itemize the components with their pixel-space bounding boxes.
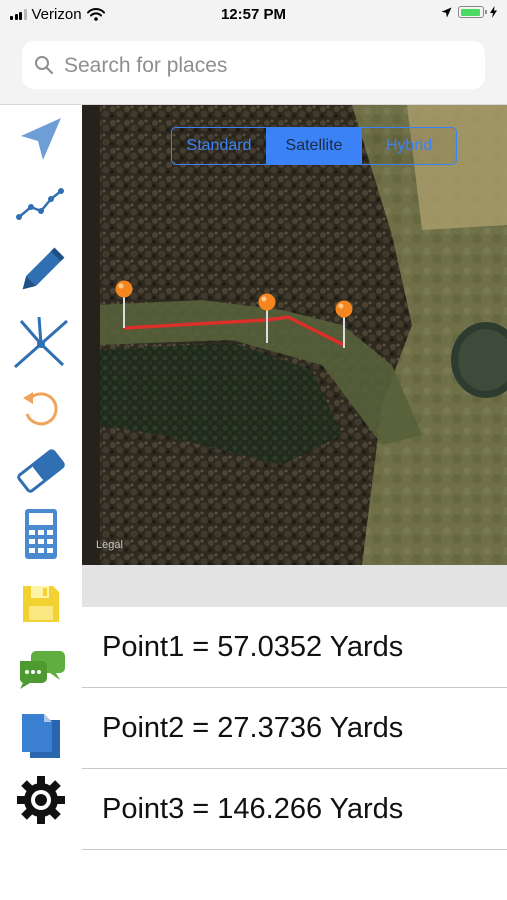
location-services-icon [441, 7, 452, 17]
erase-button[interactable] [10, 440, 72, 502]
calculator-icon [25, 509, 57, 559]
tool-sidebar [0, 105, 82, 825]
chat-bubbles-icon [19, 651, 65, 689]
results-list: Point1 = 57.0352 Yards Point2 = 27.3736 … [82, 607, 507, 850]
undo-icon [23, 392, 58, 426]
undo-button[interactable] [10, 377, 72, 439]
results-header-band [82, 565, 507, 607]
draw-button[interactable] [10, 240, 72, 302]
result-row: Point3 = 146.266 Yards [82, 769, 507, 850]
calculator-button[interactable] [10, 503, 72, 565]
charging-bolt-icon [490, 6, 497, 18]
result-row: Point1 = 57.0352 Yards [82, 607, 507, 688]
floppy-disk-icon [23, 586, 59, 622]
legal-link[interactable]: Legal [96, 539, 123, 551]
location-arrow-icon [21, 118, 61, 160]
search-field[interactable] [22, 41, 485, 89]
location-button[interactable] [10, 109, 72, 171]
line-chart-icon [16, 188, 64, 220]
map-type-option-satellite[interactable]: Satellite [267, 128, 362, 164]
measure-button[interactable] [10, 310, 72, 372]
gear-icon [17, 776, 65, 824]
status-right [441, 6, 497, 18]
chat-button[interactable] [10, 637, 72, 699]
eraser-icon [17, 449, 65, 493]
save-button[interactable] [10, 573, 72, 635]
search-icon [35, 56, 54, 75]
search-input[interactable] [62, 47, 476, 85]
compass-divider-icon [14, 316, 68, 369]
documents-button[interactable] [10, 705, 72, 767]
satellite-map[interactable]: Standard Satellite Hybrid Legal [82, 105, 507, 565]
path-button[interactable] [10, 172, 72, 234]
result-row: Point2 = 27.3736 Yards [82, 688, 507, 769]
map-type-selector: Standard Satellite Hybrid [171, 127, 457, 165]
map-type-option-hybrid[interactable]: Hybrid [362, 128, 456, 164]
pencil-icon [22, 247, 65, 290]
status-bar: Verizon 12:57 PM [0, 0, 507, 32]
documents-icon [22, 714, 60, 758]
map-imagery [82, 105, 507, 565]
search-bar [0, 32, 507, 105]
settings-button[interactable] [10, 769, 72, 831]
battery-icon [458, 6, 487, 18]
status-time: 12:57 PM [220, 6, 287, 23]
battery-level [460, 8, 481, 16]
map-type-option-standard[interactable]: Standard [172, 128, 267, 164]
